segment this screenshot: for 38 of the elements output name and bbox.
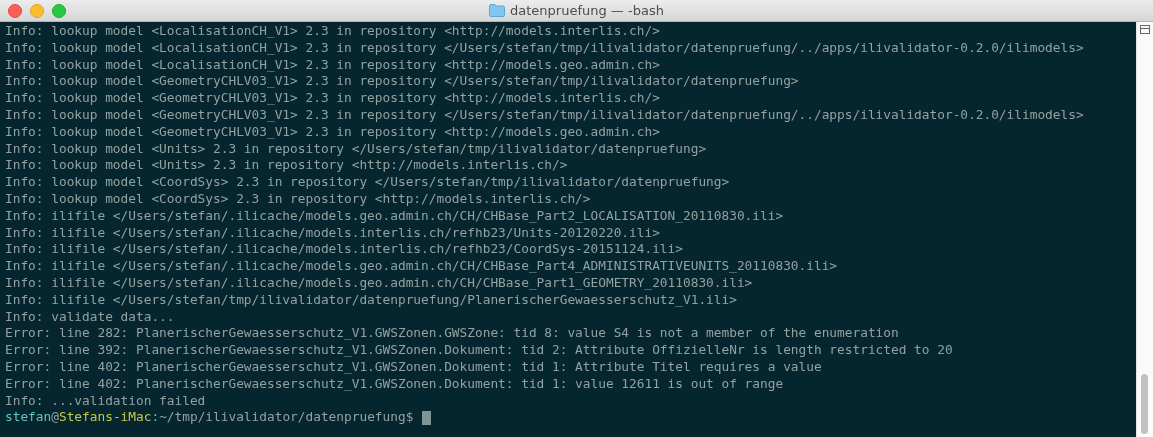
output-line: Info: ilifile </Users/stefan/.ilicache/models.interlis.ch/refhb23/Units-20120220.ili> <box>5 224 660 242</box>
output-line: Info: lookup model <GeometryCHLV03_V1> 2.3 in repository <http://models.geo.admin.ch> <box>5 123 660 141</box>
output-line: Error: line 392: PlanerischerGewaesserschutz_V1.GWSZonen.Dokument: tid 2: Attribute OffizielleNr is length restricted to 20 <box>5 342 953 359</box>
folder-icon <box>489 4 506 17</box>
output-line: Info: ilifile </Users/stefan/tmp/ilivalidator/datenpruefung/PlanerischerGewaesserschutz_V1.ili> <box>5 291 737 309</box>
prompt-symbol: $ <box>405 409 414 427</box>
output-line: Error: line 282: PlanerischerGewaesserschutz_V1.GWSZonen.GWSZone: tid 8: value S4 is not a member of the enumeration <box>5 325 899 343</box>
output-line: Info: lookup model <LocalisationCH_V1> 2.3 in repository <http://models.geo.admin.ch> <box>5 56 660 74</box>
zoom-button[interactable] <box>52 3 66 18</box>
output-line: Info: ilifile </Users/stefan/.ilicache/models.geo.admin.ch/CH/CHBase_Part2_LOCALISATION_20110830.ili> <box>5 207 784 225</box>
output-line: Info: lookup model <Units> 2.3 in repository </Users/stefan/tmp/ilivalidator/datenpruefung> <box>5 140 707 158</box>
close-button[interactable] <box>8 3 22 18</box>
output-line: Info: lookup model <GeometryCHLV03_V1> 2.3 in repository <http://models.interlis.ch/> <box>5 90 660 107</box>
output-line: Error: line 402: PlanerischerGewaesserschutz_V1.GWSZonen.Dokument: tid 1: Attribute Titel requires a value <box>5 358 822 376</box>
minimize-button[interactable] <box>30 3 44 18</box>
output-line: Info: lookup model <CoordSys> 2.3 in repository <http://models.interlis.ch/> <box>5 190 591 208</box>
scrollbar[interactable] <box>1136 22 1153 437</box>
output-line: Info: ilifile </Users/stefan/.ilicache/models.geo.admin.ch/CH/CHBase_Part1_GEOMETRY_20110830.ili> <box>5 274 753 292</box>
output-line: Info: lookup model <GeometryCHLV03_V1> 2.3 in repository </Users/stefan/tmp/ilivalidator/datenpruefung> <box>5 73 799 91</box>
window-title: datenpruefung — -bash <box>510 3 664 18</box>
prompt-user: stefan <box>5 409 52 427</box>
output-line: Info: lookup model <CoordSys> 2.3 in repository </Users/stefan/tmp/ilivalidator/datenpruefung> <box>5 174 730 191</box>
scrollbar-thumb[interactable] <box>1141 374 1148 434</box>
output-line: Info: ...validation failed <box>5 392 206 410</box>
output-line: Info: lookup model <GeometryCHLV03_V1> 2.3 in repository </Users/stefan/tmp/ilivalidator/datenpruefung/../apps/ilivalidator-0.2.0/ilimodels> <box>5 107 1084 124</box>
output-line: Info: ilifile </Users/stefan/.ilicache/models.interlis.ch/refhb23/CoordSys-20151124.ili> <box>5 241 683 259</box>
output-line: Info: lookup model <Units> 2.3 in repository <http://models.interlis.ch/> <box>5 157 568 175</box>
text-cursor <box>422 410 432 425</box>
prompt-host: Stefans-iMac <box>58 409 152 427</box>
output-line: Info: lookup model <LocalisationCH_V1> 2.3 in repository </Users/stefan/tmp/ilivalidator/datenpruefung/../apps/ilivalidator-0.2.0/ilimodels> <box>5 39 1084 57</box>
prompt-at: @ <box>51 409 59 427</box>
output-line: Info: validate data... <box>5 308 175 326</box>
prompt-path: ~/tmp/ilivalidator/datenpruefung <box>159 409 406 427</box>
prompt-separator: : <box>151 409 160 427</box>
menu-icon[interactable] <box>1140 25 1150 34</box>
output-line: Info: ilifile </Users/stefan/.ilicache/models.geo.admin.ch/CH/CHBase_Part4_ADMINISTRATIVEUNITS_20110830.ili> <box>5 258 838 275</box>
output-line: Error: line 402: PlanerischerGewaesserschutz_V1.GWSZonen.Dokument: tid 1: value 12611 is out of range <box>5 375 784 393</box>
output-line: Info: lookup model <LocalisationCH_V1> 2.3 in repository <http://models.interlis.ch/> <box>5 23 660 40</box>
